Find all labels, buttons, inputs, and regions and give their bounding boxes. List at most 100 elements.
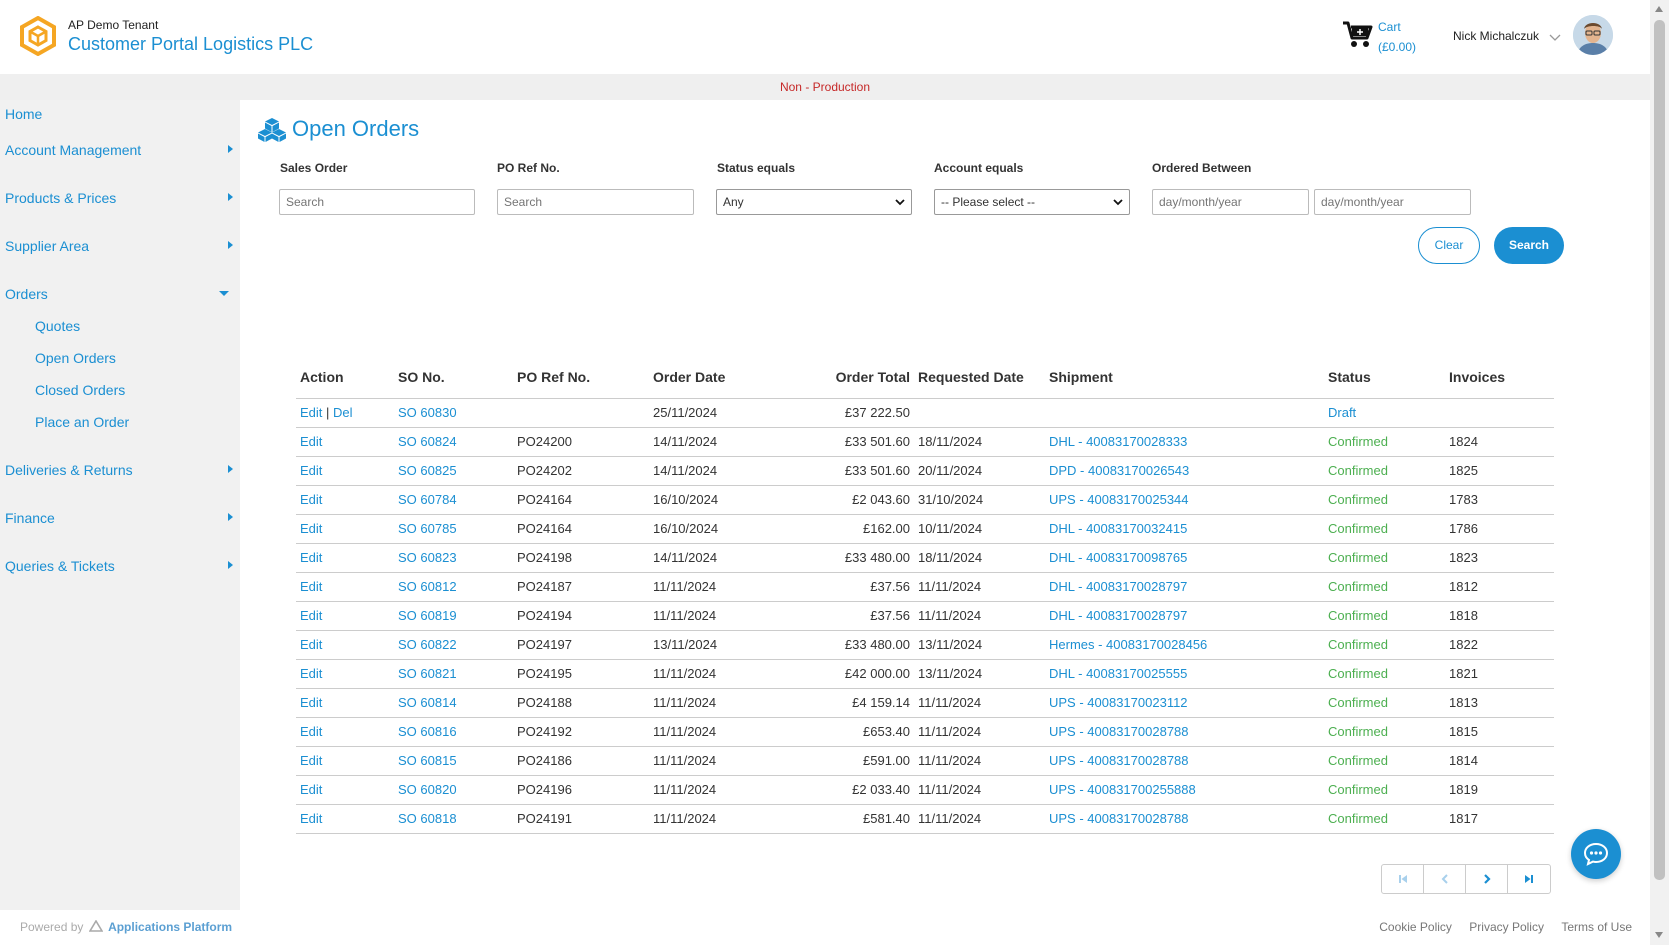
sidebar-item-deliveries-returns[interactable]: Deliveries & Returns bbox=[5, 462, 133, 478]
shipment-link[interactable]: DPD - 40083170026543 bbox=[1049, 463, 1189, 478]
edit-link[interactable]: Edit bbox=[300, 782, 322, 797]
table-row[interactable]: Edit SO 60825 PO24202 14/11/2024 £33 501.60 2… bbox=[296, 456, 1554, 486]
scroll-up-arrow[interactable] bbox=[1655, 6, 1663, 12]
so-number-link[interactable]: SO 60784 bbox=[398, 492, 457, 507]
caret-right-icon[interactable] bbox=[226, 240, 234, 250]
sales-order-input[interactable] bbox=[279, 189, 475, 215]
caret-right-icon[interactable] bbox=[226, 560, 234, 570]
edit-link[interactable]: Edit bbox=[300, 434, 322, 449]
so-number-link[interactable]: SO 60816 bbox=[398, 724, 457, 739]
column-header-requested-date[interactable]: Requested Date bbox=[914, 356, 1045, 399]
column-header-invoices[interactable]: Invoices bbox=[1445, 356, 1554, 399]
scroll-thumb[interactable] bbox=[1654, 20, 1665, 880]
so-number-link[interactable]: SO 60818 bbox=[398, 811, 457, 826]
sidebar-item-products-prices[interactable]: Products & Prices bbox=[5, 190, 116, 206]
caret-down-icon[interactable] bbox=[218, 288, 230, 298]
sidebar-item-finance[interactable]: Finance bbox=[5, 510, 55, 526]
edit-link[interactable]: Edit bbox=[300, 811, 322, 826]
shipment-link[interactable]: DHL - 40083170028797 bbox=[1049, 579, 1187, 594]
sidebar-item-orders[interactable]: Orders bbox=[5, 286, 48, 302]
shipment-link[interactable]: UPS - 400831700255888 bbox=[1049, 782, 1196, 797]
app-logo-icon[interactable] bbox=[18, 16, 58, 56]
so-number-link[interactable]: SO 60822 bbox=[398, 637, 457, 652]
caret-right-icon[interactable] bbox=[226, 512, 234, 522]
shipment-link[interactable]: UPS - 40083170028788 bbox=[1049, 724, 1189, 739]
sidebar-subitem-place-order[interactable]: Place an Order bbox=[35, 414, 129, 430]
table-row[interactable]: Edit SO 60821 PO24195 11/11/2024 £42 000.00 1… bbox=[296, 659, 1554, 689]
user-name[interactable]: Nick Michalczuk bbox=[1453, 29, 1539, 43]
account-select[interactable]: -- Please select -- bbox=[934, 189, 1130, 215]
table-row[interactable]: Edit SO 60820 PO24196 11/11/2024 £2 033.40 11… bbox=[296, 775, 1554, 805]
table-row[interactable]: Edit SO 60814 PO24188 11/11/2024 £4 159.14 11… bbox=[296, 688, 1554, 718]
sidebar-item-account-management[interactable]: Account Management bbox=[5, 142, 141, 158]
first-page-button[interactable] bbox=[1382, 865, 1424, 893]
table-row[interactable]: Edit SO 60819 PO24194 11/11/2024 £37.56 11/11… bbox=[296, 601, 1554, 631]
edit-link[interactable]: Edit bbox=[300, 463, 322, 478]
prev-page-button[interactable] bbox=[1424, 865, 1466, 893]
so-number-link[interactable]: SO 60825 bbox=[398, 463, 457, 478]
so-number-link[interactable]: SO 60812 bbox=[398, 579, 457, 594]
privacy-policy-link[interactable]: Privacy Policy bbox=[1469, 920, 1544, 934]
caret-right-icon[interactable] bbox=[226, 192, 234, 202]
so-number-link[interactable]: SO 60823 bbox=[398, 550, 457, 565]
shipment-link[interactable]: Hermes - 40083170028456 bbox=[1049, 637, 1207, 652]
edit-link[interactable]: Edit bbox=[300, 550, 322, 565]
edit-link[interactable]: Edit bbox=[300, 753, 322, 768]
edit-link[interactable]: Edit bbox=[300, 695, 322, 710]
status-select[interactable]: Any bbox=[716, 189, 912, 215]
shipment-link[interactable]: UPS - 40083170025344 bbox=[1049, 492, 1189, 507]
column-header-shipment[interactable]: Shipment bbox=[1045, 356, 1324, 399]
so-number-link[interactable]: SO 60785 bbox=[398, 521, 457, 536]
shipment-link[interactable]: DHL - 40083170028333 bbox=[1049, 434, 1187, 449]
so-number-link[interactable]: SO 60820 bbox=[398, 782, 457, 797]
edit-link[interactable]: Edit bbox=[300, 666, 322, 681]
table-row[interactable]: Edit SO 60824 PO24200 14/11/2024 £33 501.60 1… bbox=[296, 427, 1554, 457]
sidebar-item-queries-tickets[interactable]: Queries & Tickets bbox=[5, 558, 115, 574]
edit-link[interactable]: Edit bbox=[300, 608, 322, 623]
table-row[interactable]: Edit SO 60823 PO24198 14/11/2024 £33 480.00 1… bbox=[296, 543, 1554, 573]
cart-link[interactable]: Cart bbox=[1378, 20, 1401, 34]
table-row[interactable]: Edit SO 60816 PO24192 11/11/2024 £653.40 11/1… bbox=[296, 717, 1554, 747]
date-from-input[interactable] bbox=[1152, 189, 1309, 215]
edit-link[interactable]: Edit bbox=[300, 579, 322, 594]
column-header-po-ref[interactable]: PO Ref No. bbox=[513, 356, 649, 399]
chat-button[interactable] bbox=[1571, 829, 1621, 879]
table-row[interactable]: Edit | Del SO 60830 25/11/2024 £37 222.50 Dr… bbox=[296, 398, 1554, 428]
so-number-link[interactable]: SO 60824 bbox=[398, 434, 457, 449]
column-header-status[interactable]: Status bbox=[1324, 356, 1445, 399]
shipment-link[interactable]: DHL - 40083170032415 bbox=[1049, 521, 1187, 536]
page-scrollbar[interactable] bbox=[1650, 0, 1669, 945]
table-row[interactable]: Edit SO 60784 PO24164 16/10/2024 £2 043.60 31… bbox=[296, 485, 1554, 515]
date-to-input[interactable] bbox=[1314, 189, 1471, 215]
edit-link[interactable]: Edit bbox=[300, 405, 322, 420]
sidebar-subitem-open-orders[interactable]: Open Orders bbox=[35, 350, 116, 366]
cart-total[interactable]: (£0.00) bbox=[1378, 40, 1416, 54]
last-page-button[interactable] bbox=[1508, 865, 1550, 893]
so-number-link[interactable]: SO 60830 bbox=[398, 405, 457, 420]
shipment-link[interactable]: DHL - 40083170028797 bbox=[1049, 608, 1187, 623]
next-page-button[interactable] bbox=[1466, 865, 1508, 893]
table-row[interactable]: Edit SO 60822 PO24197 13/11/2024 £33 480.00 1… bbox=[296, 630, 1554, 660]
avatar[interactable] bbox=[1573, 15, 1613, 55]
column-header-order-date[interactable]: Order Date bbox=[649, 356, 761, 399]
terms-of-use-link[interactable]: Terms of Use bbox=[1561, 920, 1632, 934]
so-number-link[interactable]: SO 60815 bbox=[398, 753, 457, 768]
sidebar-item-supplier-area[interactable]: Supplier Area bbox=[5, 238, 89, 254]
po-ref-input[interactable] bbox=[497, 189, 694, 215]
portal-title[interactable]: Customer Portal Logistics PLC bbox=[68, 34, 313, 55]
edit-link[interactable]: Edit bbox=[300, 521, 322, 536]
table-row[interactable]: Edit SO 60812 PO24187 11/11/2024 £37.56 11/11… bbox=[296, 572, 1554, 602]
clear-button[interactable]: Clear bbox=[1418, 227, 1480, 264]
search-button[interactable]: Search bbox=[1494, 227, 1564, 264]
so-number-link[interactable]: SO 60814 bbox=[398, 695, 457, 710]
so-number-link[interactable]: SO 60821 bbox=[398, 666, 457, 681]
platform-name[interactable]: Applications Platform bbox=[108, 920, 232, 934]
sidebar-subitem-closed-orders[interactable]: Closed Orders bbox=[35, 382, 125, 398]
sidebar-subitem-quotes[interactable]: Quotes bbox=[35, 318, 80, 334]
edit-link[interactable]: Edit bbox=[300, 724, 322, 739]
shipment-link[interactable]: UPS - 40083170028788 bbox=[1049, 753, 1189, 768]
column-header-order-total[interactable]: Order Total bbox=[761, 356, 914, 399]
chevron-down-icon[interactable] bbox=[1548, 30, 1562, 44]
cookie-policy-link[interactable]: Cookie Policy bbox=[1379, 920, 1452, 934]
table-row[interactable]: Edit SO 60785 PO24164 16/10/2024 £162.00 10/1… bbox=[296, 514, 1554, 544]
